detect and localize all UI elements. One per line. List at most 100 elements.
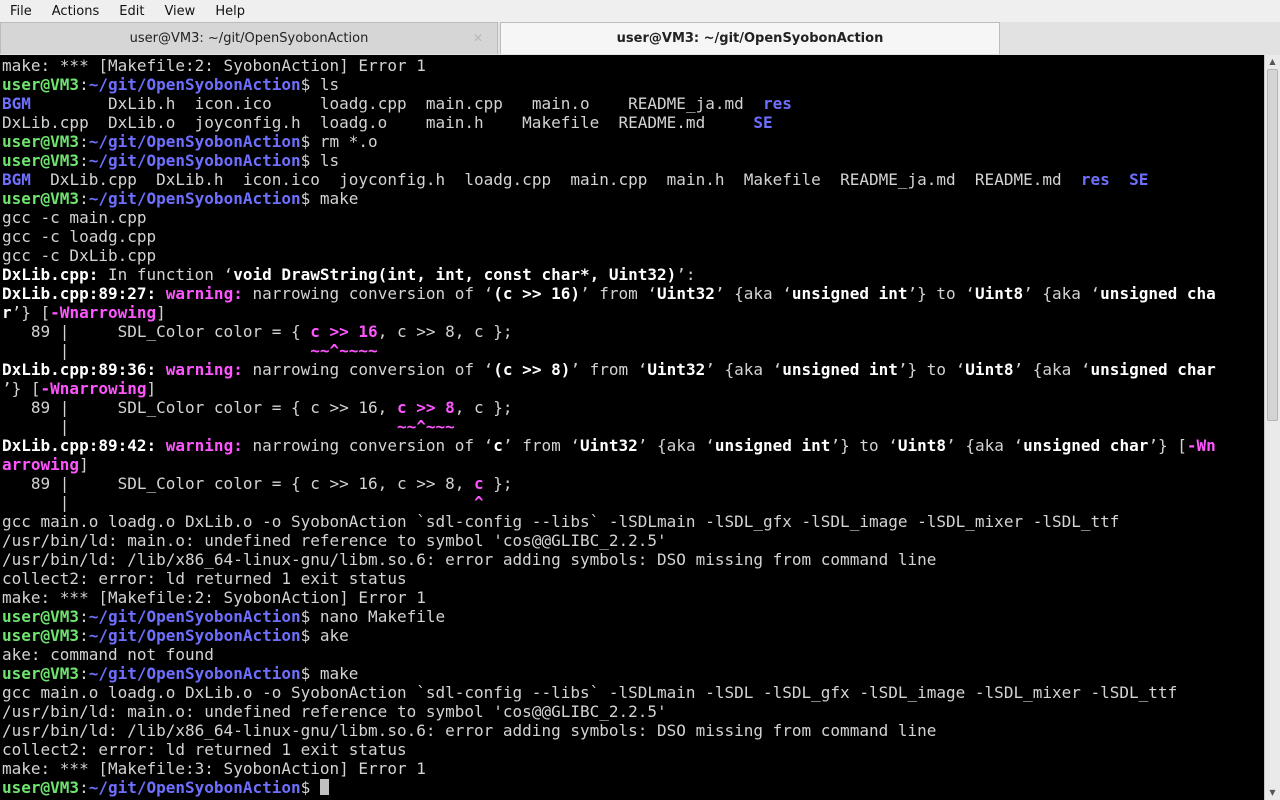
terminal-text: $ rm *.o [300,132,378,151]
scrollbar-thumb[interactable] [1267,69,1278,421]
terminal-line: 89 | SDL_Color color = { c >> 16, c >> 8… [2,398,1216,417]
terminal-text: DxLib.cpp:89:36: [2,360,157,379]
terminal-lines: make: *** [Makefile:2: SyobonAction] Err… [2,56,1216,797]
terminal-text: Uint8 [965,360,1014,379]
terminal-text: 89 | SDL_Color color = { c >> 16, c >> 8… [2,474,475,493]
terminal-line: user@VM3:~/git/OpenSyobonAction$ [2,778,1216,797]
terminal-text: Uint32 [579,436,638,455]
terminal-line: DxLib.cpp:89:36: warning: narrowing conv… [2,360,1216,379]
terminal-text: : [79,664,89,683]
terminal-line: arrowing] [2,455,1216,474]
tab-bar: user@VM3: ~/git/OpenSyobonAction ✕ user@… [0,22,1280,55]
terminal-text: unsigned int [714,436,831,455]
terminal-text: ’} to ‘ [907,284,975,303]
terminal-text: $ ls [300,151,340,170]
terminal-text: ’ {aka ‘ [714,284,792,303]
terminal-text: , c >> 8, c }; [377,322,513,341]
terminal-text: collect2: error: ld returned 1 exit stat… [2,569,407,588]
terminal-text: narrowing conversion of ‘ [242,436,494,455]
terminal-text: res [763,94,792,113]
terminal-text: /usr/bin/ld: /lib/x86_64-linux-gnu/libm.… [2,721,937,740]
terminal-line: /usr/bin/ld: /lib/x86_64-linux-gnu/libm.… [2,550,1216,569]
terminal-text: Uint32 [647,360,706,379]
terminal-text: : [79,75,89,94]
terminal-line: user@VM3:~/git/OpenSyobonAction$ ake [2,626,1216,645]
terminal-text: c [493,436,503,455]
terminal-text: unsigned int [791,284,908,303]
menu-edit[interactable]: Edit [109,4,154,19]
terminal-line: gcc main.o loadg.o DxLib.o -o SyobonActi… [2,512,1216,531]
arrow-up-icon[interactable]: ▲ [1265,55,1280,69]
menu-file[interactable]: File [0,4,42,19]
menu-help[interactable]: Help [205,4,255,19]
terminal-text: unsigned char [1090,360,1216,379]
terminal-text: DxLib.cpp DxLib.o joyconfig.h loadg.o ma… [2,113,754,132]
terminal-line: DxLib.cpp DxLib.o joyconfig.h loadg.o ma… [2,113,1216,132]
terminal-line: user@VM3:~/git/OpenSyobonAction$ make [2,189,1216,208]
prompt-user: user@VM3 [2,151,80,170]
terminal-text: unsigned int [782,360,898,379]
terminal-line: make: *** [Makefile:2: SyobonAction] Err… [2,56,1216,75]
terminal-text: /usr/bin/ld: main.o: undefined reference… [2,531,667,550]
terminal-text: : [79,132,89,151]
close-icon[interactable]: ✕ [473,31,483,45]
menu-view[interactable]: View [154,4,205,19]
terminal-text: ’ {aka ‘ [946,436,1024,455]
terminal-text: res [1080,170,1110,189]
terminal-text: narrowing conversion of ‘ [242,360,494,379]
terminal-line: r’} [-Wnarrowing] [2,303,1216,322]
terminal-line: ake: command not found [2,645,1216,664]
terminal-text: In function ‘ [98,265,234,284]
prompt-path: ~/git/OpenSyobonAction [88,132,301,151]
terminal-line: /usr/bin/ld: main.o: undefined reference… [2,531,1216,550]
terminal-text: r [2,303,12,322]
cursor [319,779,329,795]
prompt-path: ~/git/OpenSyobonAction [88,607,301,626]
terminal-line: | ~~^~~~ [2,417,1216,436]
terminal-line: user@VM3:~/git/OpenSyobonAction$ ls [2,75,1216,94]
prompt-path: ~/git/OpenSyobonAction [88,75,301,94]
terminal-text: : [79,607,89,626]
terminal-text: }; [483,474,513,493]
tab-terminal-2[interactable]: user@VM3: ~/git/OpenSyobonAction [500,22,1000,54]
terminal-line: user@VM3:~/git/OpenSyobonAction$ make [2,664,1216,683]
terminal-text: unsigned char [1023,436,1149,455]
terminal-text: , c }; [454,398,513,417]
terminal-text: Uint8 [897,436,947,455]
terminal-line: 89 | SDL_Color color = { c >> 16, c >> 8… [2,474,1216,493]
terminal-text: $ [300,778,320,797]
terminal-output[interactable]: make: *** [Makefile:2: SyobonAction] Err… [0,55,1264,800]
terminal-text: DxLib.cpp:89:27: [2,284,157,303]
terminal-line: DxLib.cpp: In function ‘void DrawString(… [2,265,1216,284]
terminal-text: $ make [300,664,359,683]
arrow-down-icon[interactable]: ▼ [1265,786,1280,800]
terminal-line: user@VM3:~/git/OpenSyobonAction$ rm *.o [2,132,1216,151]
terminal-text: : [79,151,89,170]
terminal-text: ’ from ‘ [579,284,658,303]
menu-actions[interactable]: Actions [42,4,110,19]
terminal-text: -Wnarrowing [40,379,147,398]
vertical-scrollbar[interactable]: ▲ ▼ [1264,55,1280,800]
prompt-user: user@VM3 [2,607,80,626]
terminal-text: gcc main.o loadg.o DxLib.o -o SyobonActi… [2,683,1178,702]
terminal-line: /usr/bin/ld: main.o: undefined reference… [2,702,1216,721]
terminal-text: ] [79,455,89,474]
terminal-line: DxLib.cpp:89:27: warning: narrowing conv… [2,284,1216,303]
terminal-text: ’ {aka ‘ [1013,360,1091,379]
terminal-text: (c >> 8) [493,360,571,379]
terminal-text: make: *** [Makefile:3: SyobonAction] Err… [2,759,426,778]
terminal-text: : [79,626,89,645]
terminal-line: collect2: error: ld returned 1 exit stat… [2,569,1216,588]
prompt-user: user@VM3 [2,626,80,645]
terminal-text: DxLib.cpp:89:42: [2,436,157,455]
terminal-text: ^ [474,493,484,512]
terminal-text: warning: [165,284,243,303]
tab-terminal-1[interactable]: user@VM3: ~/git/OpenSyobonAction ✕ [0,22,498,54]
terminal-text: -Wnarrowing [50,303,157,322]
terminal-text: narrowing conversion of ‘ [242,284,494,303]
prompt-path: ~/git/OpenSyobonAction [88,626,301,645]
terminal-text: ’ {aka ‘ [705,360,783,379]
